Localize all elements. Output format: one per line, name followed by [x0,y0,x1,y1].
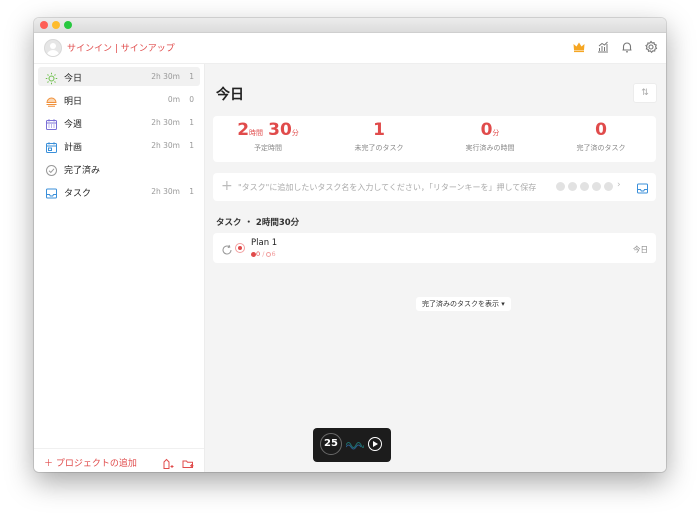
wave-icon [345,437,365,451]
stat-hours-value: 2 [237,120,250,140]
pomodoro-dot[interactable] [604,182,613,191]
project-inbox-icon[interactable] [636,180,649,194]
stat-label: 未完了のタスク [354,144,404,152]
sidebar-item-time: 0m [167,95,180,104]
folder-add-icon[interactable] [182,455,194,468]
calendar-week-icon [45,116,58,130]
sidebar-item-tomorrow[interactable]: 明日 0m 0 [38,90,200,109]
sidebar-item-label: 完了済み [64,166,101,176]
sidebar-item-completed[interactable]: 完了済み [38,159,200,178]
sidebar-item-today[interactable]: 今日 2h 30m 1 [38,67,200,86]
main-panel: 今日 ⇅ 2時間 30分 予定時間 1 未完了のタスク 0分 実行済みの時間 0… [205,64,666,472]
signin-signup-link[interactable]: サインイン | サインアップ [67,41,175,54]
stats-panel: 2時間 30分 予定時間 1 未完了のタスク 0分 実行済みの時間 0 完了済の… [213,116,656,162]
close-window-button[interactable] [40,21,48,29]
calendar-plan-icon [45,139,58,153]
sort-icon: ⇅ [641,88,649,98]
titlebar [34,18,666,33]
repeat-icon[interactable] [221,241,233,255]
stat-unit: 分 [492,129,500,137]
timer-value: 25 [320,433,342,455]
stat-completed-tasks: 0 完了済のタスク [546,120,656,153]
sidebar-item-time: 2h 30m [151,187,180,196]
stats-icon[interactable] [596,40,610,54]
page-title: 今日 [216,87,244,103]
pomodoro-estimate-selector[interactable] [556,182,616,201]
play-icon[interactable] [368,437,382,451]
pomodoro-total-count: 6 [271,250,276,258]
sidebar: 今日 2h 30m 1 明日 0m 0 今週 2h 30m 1 計画 2h 30… [34,64,205,472]
sun-icon [45,70,58,85]
minimize-window-button[interactable] [52,21,60,29]
check-circle-icon [45,162,58,176]
stat-value: 0 [480,120,493,140]
app-header: サインイン | サインアップ [34,33,666,64]
sidebar-item-count: 1 [189,187,194,196]
stat-label: 予定時間 [254,144,282,152]
sidebar-item-count: 1 [189,141,194,150]
stat-value: 1 [373,120,385,140]
task-name: Plan 1 [251,238,278,248]
task-due-date: 今日 [633,245,648,254]
zoom-window-button[interactable] [64,21,72,29]
stat-elapsed-time: 0分 実行済みの時間 [435,120,545,153]
sidebar-item-time: 2h 30m [151,118,180,127]
sort-button[interactable]: ⇅ [633,83,657,103]
inbox-icon [45,185,58,199]
tag-add-icon[interactable] [162,455,174,469]
stat-value: 0 [595,120,607,140]
stat-minutes-value: 30 [268,120,292,140]
crown-icon[interactable] [572,40,586,54]
add-project-button[interactable]: ＋ プロジェクトの追加 [44,456,137,469]
show-completed-button[interactable]: 完了済みのタスクを表示 ▾ [416,297,511,311]
pomodoro-dot[interactable] [592,182,601,191]
stat-minutes-unit: 分 [291,129,299,137]
sidebar-footer: ＋ プロジェクトの追加 [34,448,204,472]
add-task-placeholder: "タスク"に追加したいタスク名を入力してください，「リターンキーを」押して保存 [238,183,537,192]
sidebar-item-count: 1 [189,118,194,127]
app-window: サインイン | サインアップ 今日 2h 30m 1 明日 0m 0 今週 2h… [34,18,666,472]
sidebar-item-label: 今日 [64,74,83,84]
avatar[interactable] [44,39,62,57]
plus-icon: + [221,178,233,194]
sidebar-item-time: 2h 30m [151,72,180,81]
pomodoro-dot[interactable] [556,182,565,191]
task-start-button[interactable] [235,243,245,253]
stat-estimated-time: 2時間 30分 予定時間 [213,120,323,153]
sidebar-item-count: 0 [189,95,194,104]
sidebar-item-tasks[interactable]: タスク 2h 30m 1 [38,182,200,201]
pomodoro-mini-timer[interactable]: 25 [313,428,391,462]
stat-incomplete-tasks: 1 未完了のタスク [324,120,434,153]
sidebar-item-count: 1 [189,72,194,81]
sidebar-item-this-week[interactable]: 今週 2h 30m 1 [38,113,200,132]
pomodoro-dot[interactable] [568,182,577,191]
bell-icon[interactable] [620,40,634,54]
sidebar-item-time: 2h 30m [151,141,180,150]
sidebar-item-label: 今週 [64,120,83,130]
stat-hours-unit: 時間 [249,129,264,137]
task-pomodoro-progress: 0 / 6 [251,250,276,258]
add-task-input[interactable]: + "タスク"に追加したいタスク名を入力してください，「リターンキーを」押して保… [213,173,656,201]
sidebar-item-label: 計画 [64,143,83,153]
pomodoro-dot[interactable] [580,182,589,191]
sidebar-item-label: タスク [64,189,92,199]
sidebar-item-label: 明日 [64,97,83,107]
stat-label: 完了済のタスク [576,144,626,152]
sidebar-item-plan[interactable]: 計画 2h 30m 1 [38,136,200,155]
task-row[interactable]: Plan 1 0 / 6 今日 [213,233,656,263]
settings-icon[interactable] [644,40,658,54]
section-header: タスク ・ 2時間30分 [216,218,300,228]
stat-label: 実行済みの時間 [465,144,515,152]
sunset-icon [45,93,58,107]
chevron-right-icon[interactable]: › [617,180,621,190]
